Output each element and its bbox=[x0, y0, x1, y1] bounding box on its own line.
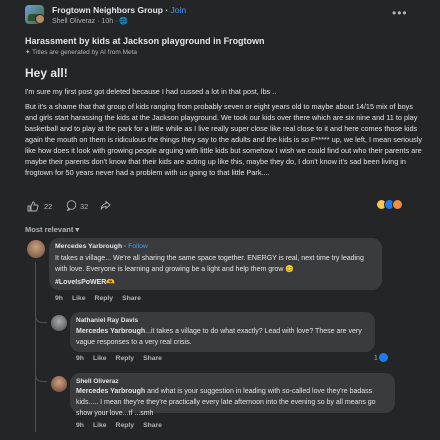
post-time[interactable]: 10h bbox=[101, 18, 113, 25]
join-link[interactable]: Join bbox=[171, 5, 187, 15]
thread-line bbox=[35, 262, 36, 432]
globe-icon: 🌐 bbox=[119, 18, 129, 25]
comment-hashtag[interactable]: #LoveIsPoWER🫶 bbox=[55, 278, 115, 286]
comment-text: It takes a village... We're all sharing … bbox=[55, 255, 364, 273]
reply-avatar[interactable] bbox=[51, 376, 67, 392]
reaction-summary[interactable] bbox=[376, 199, 403, 211]
reply-actions: 9h Like Reply Share bbox=[76, 422, 171, 429]
post-greeting: Hey all! bbox=[25, 66, 68, 80]
like-count[interactable]: 22 bbox=[44, 202, 52, 211]
comment-avatar[interactable] bbox=[27, 240, 45, 258]
care-reaction-icon bbox=[392, 199, 403, 210]
reply-avatar[interactable] bbox=[51, 315, 67, 331]
comment-author[interactable]: Mercedes Yarbrough bbox=[55, 243, 122, 250]
reply-mention[interactable]: Mercedes Yarbrough bbox=[76, 328, 145, 335]
reply-mention[interactable]: Mercedes Yarbrough bbox=[76, 388, 145, 395]
reply-branch-line bbox=[35, 368, 47, 382]
reply-share-button[interactable]: Share bbox=[143, 355, 162, 362]
like-icon[interactable] bbox=[27, 201, 39, 214]
comment-author-line: Mercedes Yarbrough · Follow bbox=[55, 243, 148, 250]
group-name-link[interactable]: Frogtown Neighbors Group bbox=[52, 5, 163, 15]
reply-reply-button[interactable]: Reply bbox=[116, 422, 135, 429]
comment-time[interactable]: 9h bbox=[55, 295, 63, 302]
poster-avatar[interactable] bbox=[35, 14, 45, 24]
reply-text: Mercedes Yarbrough and what is your sugg… bbox=[76, 386, 390, 419]
comment-like-button[interactable]: Like bbox=[72, 295, 86, 302]
comment-count[interactable]: 32 bbox=[80, 202, 88, 211]
post-meta: Shell Oliveraz · 10h · 🌐 bbox=[52, 18, 129, 25]
reply-actions: 9h Like Reply Share bbox=[76, 355, 171, 362]
more-options-button[interactable]: ••• bbox=[392, 6, 408, 20]
comment-actions: 9h Like Reply Share bbox=[55, 295, 150, 302]
reply-author[interactable]: Shell Oliveraz bbox=[76, 378, 119, 385]
post-paragraph-1: I'm sure my first post got deleted becau… bbox=[25, 87, 277, 96]
reply-like-count: 1 bbox=[374, 354, 378, 362]
poster-name[interactable]: Shell Oliveraz bbox=[52, 18, 95, 25]
reply-branch-line bbox=[35, 309, 47, 323]
ai-sparkle-icon: ✦ bbox=[25, 49, 31, 56]
group-name-line: Frogtown Neighbors Group · Join bbox=[52, 5, 186, 15]
reply-like-button[interactable]: Like bbox=[93, 422, 107, 429]
post-title: Harassment by kids at Jackson playground… bbox=[25, 36, 265, 46]
reply-reply-button[interactable]: Reply bbox=[116, 355, 135, 362]
reply-time[interactable]: 9h bbox=[76, 422, 84, 429]
reply-text: Mercedes Yarbrough...it takes a village … bbox=[76, 326, 371, 348]
share-icon[interactable] bbox=[100, 200, 111, 213]
post-paragraph-2: But it's a shame that that group of kids… bbox=[25, 102, 423, 177]
follow-link[interactable]: Follow bbox=[128, 243, 148, 250]
reply-author[interactable]: Nathaniel Ray Davis bbox=[76, 317, 138, 324]
ai-note-text: Titles are generated by AI from Meta bbox=[32, 49, 138, 56]
reply-like-button[interactable]: Like bbox=[93, 355, 107, 362]
comment-sort-dropdown[interactable]: Most relevant ▾ bbox=[25, 225, 79, 234]
reply-like-count-badge[interactable]: 1 bbox=[374, 353, 388, 362]
header-separator: · bbox=[162, 5, 171, 15]
like-badge-icon bbox=[378, 353, 388, 362]
comment-reply-button[interactable]: Reply bbox=[95, 295, 114, 302]
comment-icon[interactable] bbox=[66, 200, 77, 213]
ai-title-note: ✦ Titles are generated by AI from Meta bbox=[25, 48, 137, 56]
reply-time[interactable]: 9h bbox=[76, 355, 84, 362]
comment-share-button[interactable]: Share bbox=[122, 295, 141, 302]
reply-share-button[interactable]: Share bbox=[143, 422, 162, 429]
